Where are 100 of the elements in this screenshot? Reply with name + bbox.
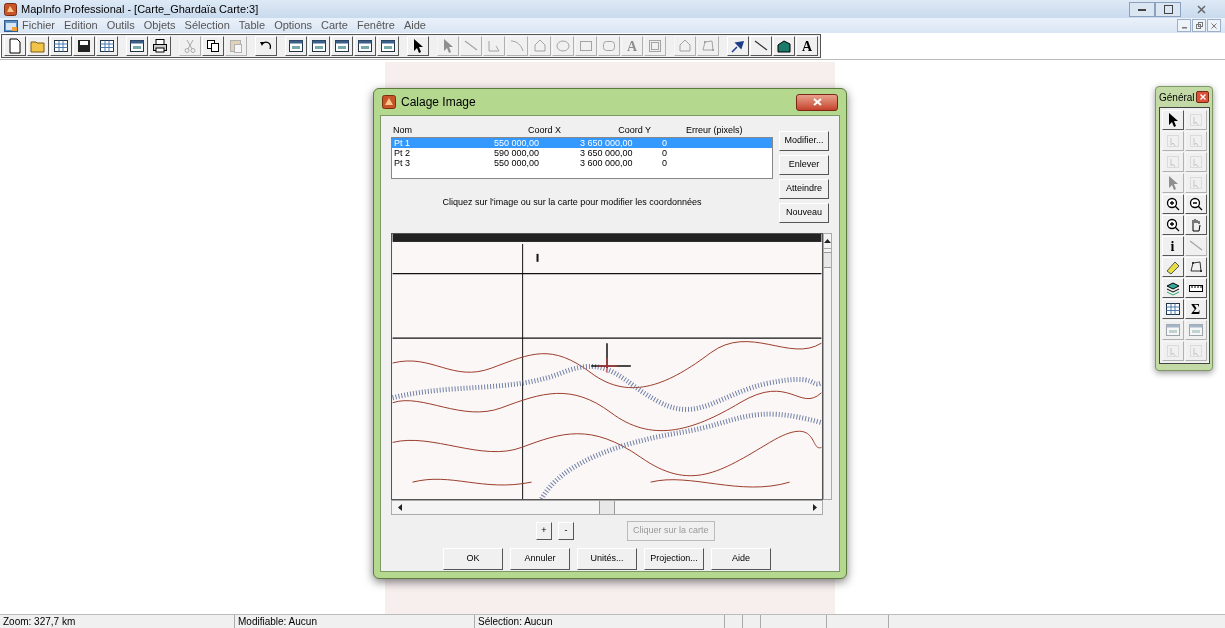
minimize-button[interactable] <box>1129 1 1155 17</box>
selection-icon <box>1187 343 1204 359</box>
column-header: Coord X <box>526 123 561 137</box>
tool-button[interactable] <box>96 36 118 56</box>
zoom-button[interactable]: - <box>558 522 574 540</box>
menu-item[interactable]: Objets <box>143 17 176 34</box>
tool-button[interactable] <box>285 36 307 56</box>
label-tag-icon <box>1164 259 1181 275</box>
nodes-icon <box>700 38 716 54</box>
tool-button[interactable] <box>1161 257 1184 277</box>
selection-icon <box>1164 133 1181 149</box>
document-window-icon[interactable] <box>4 19 18 32</box>
tool-button[interactable]: Σ <box>1184 299 1207 319</box>
tool-button[interactable] <box>126 36 148 56</box>
left-arrow-icon <box>397 504 402 511</box>
polygon-icon <box>532 38 548 54</box>
zoom-out-icon <box>1187 196 1204 212</box>
menu-item[interactable]: Aide <box>403 17 426 34</box>
tool-button[interactable] <box>1161 215 1184 235</box>
tool-button[interactable] <box>1161 110 1184 130</box>
dialog-button[interactable]: Atteindre <box>779 179 829 199</box>
table-icon <box>1164 301 1181 317</box>
clipboard-icon <box>228 38 244 54</box>
tool-button[interactable] <box>407 36 429 56</box>
zoom-button[interactable]: + <box>536 522 552 540</box>
tool-button[interactable] <box>50 36 72 56</box>
tool-button[interactable] <box>354 36 376 56</box>
dialog-button[interactable]: Enlever <box>779 155 829 175</box>
tool-button[interactable] <box>308 36 330 56</box>
menu-item[interactable]: Sélection <box>184 17 230 34</box>
copy-icon <box>205 38 221 54</box>
scroll-thumb[interactable] <box>824 252 831 268</box>
dialog-button[interactable]: Nouveau <box>779 203 829 223</box>
status-field: Sélection: Aucun <box>475 615 725 628</box>
tool-button[interactable]: i <box>1161 236 1184 256</box>
dialog-button[interactable]: OK <box>443 548 503 570</box>
horizontal-scrollbar[interactable] <box>391 500 823 515</box>
list-row[interactable]: Pt 2 590 000,00 3 650 000,00 0 <box>392 148 772 158</box>
app-icon <box>4 2 17 16</box>
tool-button[interactable] <box>1184 215 1207 235</box>
right-arrow-icon <box>812 504 817 511</box>
pushpin-icon <box>730 38 746 54</box>
close-button[interactable] <box>796 93 838 111</box>
tool-button[interactable] <box>727 36 749 56</box>
list-row[interactable]: Pt 3 550 000,00 3 600 000,00 0 <box>392 158 772 168</box>
scroll-thumb[interactable] <box>599 501 615 514</box>
dialog-button[interactable]: Annuler <box>510 548 570 570</box>
region-icon <box>776 38 792 54</box>
selection-icon <box>1164 343 1181 359</box>
selection-icon <box>1187 154 1204 170</box>
menu-item[interactable]: Fichier <box>22 17 55 34</box>
window-icon <box>357 38 373 54</box>
column-header: Coord Y <box>617 123 651 137</box>
window-icon <box>311 38 327 54</box>
tool-button[interactable] <box>4 36 26 56</box>
tool-button[interactable] <box>27 36 49 56</box>
menu-item[interactable]: Edition <box>64 17 98 34</box>
tool-button[interactable]: A <box>796 36 818 56</box>
close-button[interactable] <box>1196 91 1209 103</box>
tool-button[interactable] <box>1184 257 1207 277</box>
folder-icon <box>30 38 46 54</box>
tool-button[interactable] <box>1161 278 1184 298</box>
app-icon <box>382 95 396 109</box>
tool-button[interactable] <box>377 36 399 56</box>
tool-button[interactable] <box>1161 194 1184 214</box>
selection-icon <box>1164 154 1181 170</box>
tool-button[interactable] <box>149 36 171 56</box>
polyline-icon <box>486 38 502 54</box>
tool-button[interactable] <box>750 36 772 56</box>
maximize-icon <box>1163 4 1173 14</box>
menu-item[interactable]: Carte <box>321 17 348 34</box>
tool-button[interactable] <box>255 36 277 56</box>
minimize-icon <box>1138 7 1146 11</box>
tool-button[interactable] <box>1184 194 1207 214</box>
menu-item[interactable]: Outils <box>106 17 135 34</box>
child-close-button[interactable] <box>1207 19 1221 32</box>
tool-button[interactable] <box>1184 278 1207 298</box>
dialog-button[interactable]: Aide <box>711 548 771 570</box>
child-restore-button[interactable] <box>1192 19 1206 32</box>
instruction-text: Cliquez sur l'image ou sur la carte pour modifier les coordonnées <box>441 196 703 209</box>
tool-button[interactable] <box>202 36 224 56</box>
dialog-button[interactable]: Unités... <box>577 548 637 570</box>
table-icon <box>53 38 69 54</box>
dialog-button[interactable]: Modifier... <box>779 131 829 151</box>
scissors-icon <box>182 38 198 54</box>
vertical-scrollbar[interactable] <box>823 233 832 500</box>
child-minimize-button[interactable] <box>1177 19 1191 32</box>
tool-button[interactable] <box>73 36 95 56</box>
maximize-button[interactable] <box>1155 1 1181 17</box>
menu-item[interactable]: Table <box>238 17 266 34</box>
tool-button[interactable] <box>331 36 353 56</box>
tool-button[interactable] <box>773 36 795 56</box>
layers-icon <box>1164 280 1181 296</box>
window-icon <box>334 38 350 54</box>
tool-button[interactable] <box>1161 299 1184 319</box>
menu-item[interactable]: Options <box>274 17 313 34</box>
window-title: MapInfo Professional - [Carte_Ghardaïa Carte:3] <box>21 1 259 17</box>
window-icon <box>288 38 304 54</box>
menu-item[interactable]: Fenêtre <box>356 17 395 34</box>
dialog-button[interactable]: Projection... <box>644 548 704 570</box>
